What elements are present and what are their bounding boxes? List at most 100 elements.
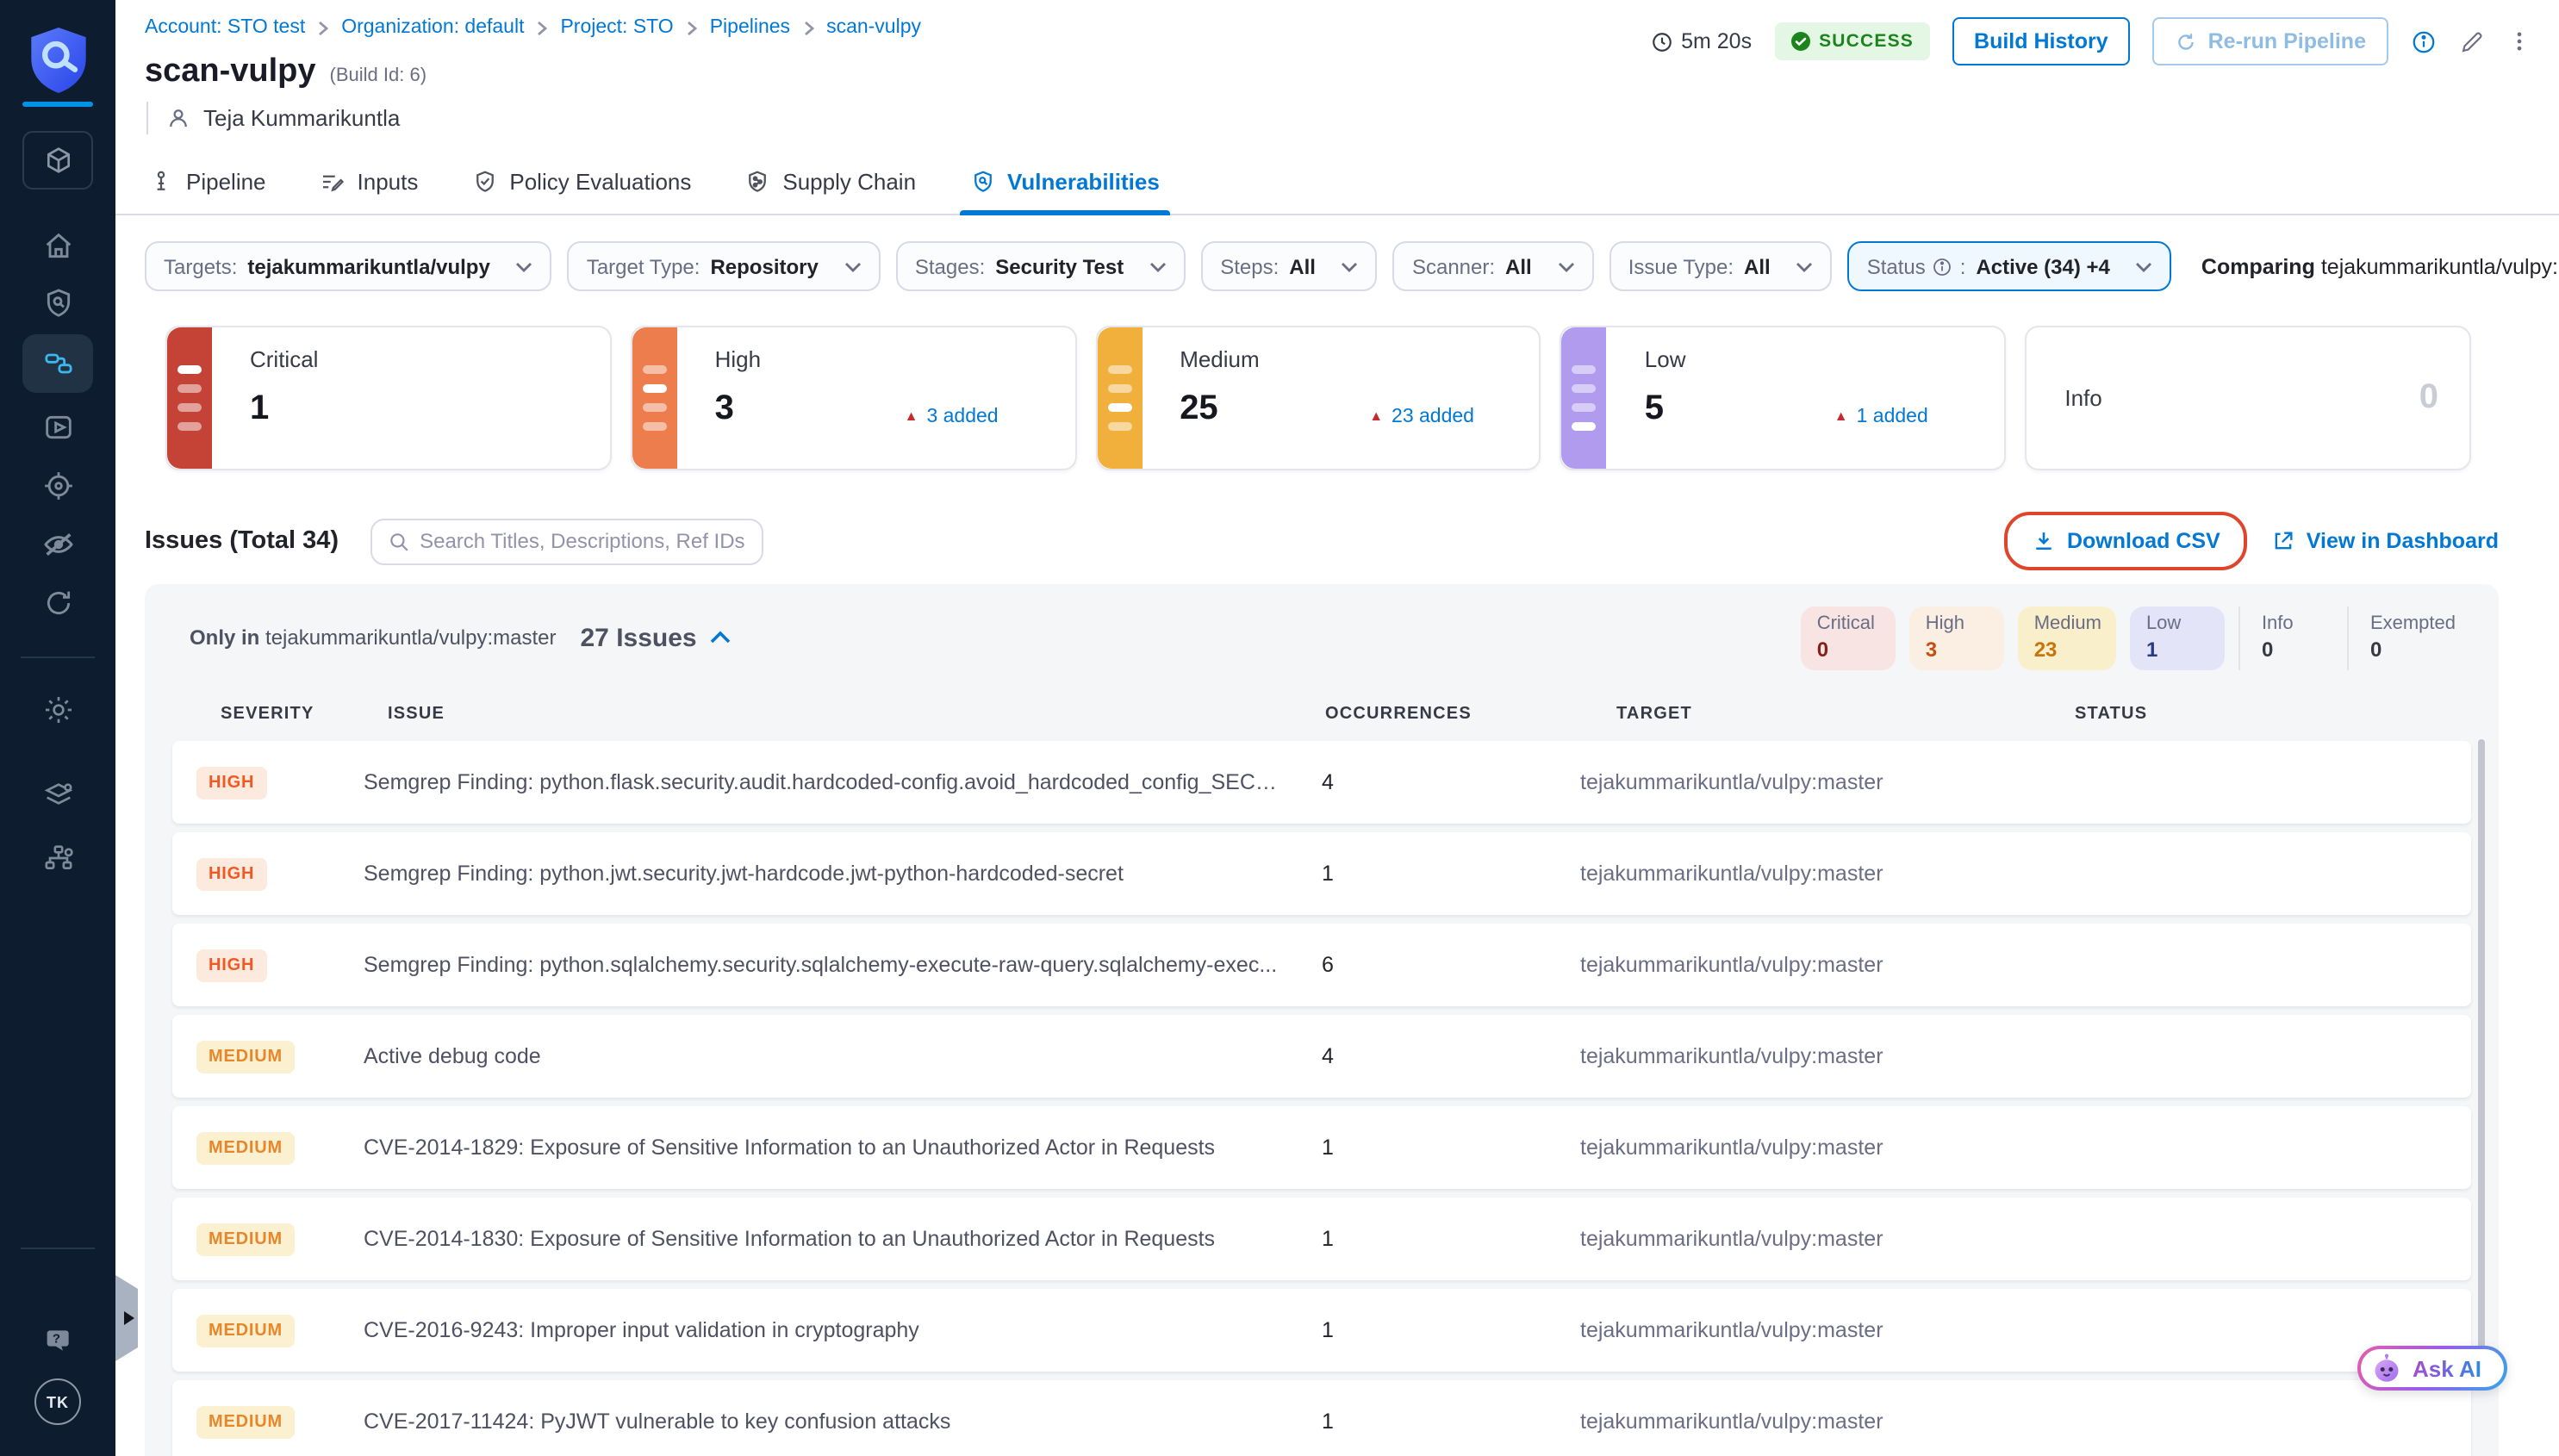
sidebar-expand-handle[interactable] [115,1275,138,1361]
severity-gauge-bar [1097,327,1142,469]
chip-value: 23 [2034,637,2101,661]
org-hierarchy-gear-icon [40,841,75,875]
tab-supply-chain[interactable]: Supply Chain [741,159,919,214]
severity-badge: MEDIUM [196,1041,295,1073]
sidebar-item-settings[interactable] [0,693,115,727]
issues-toolbar: Issues (Total 34) Download CSV [145,512,2499,570]
severity-added-delta: ▲ 23 added [1369,407,1474,427]
pipelines-icon [40,346,75,381]
external-link-icon [2272,529,2296,553]
author-row: Teja Kummarikuntla [146,102,2531,134]
target-name: tejakummarikuntla/vulpy:master [1580,1136,2051,1160]
view-in-dashboard-button[interactable]: View in Dashboard [2272,529,2499,553]
target-name: tejakummarikuntla/vulpy:master [1580,770,2051,794]
occurrences-count: 4 [1318,770,1580,794]
breadcrumb-item[interactable]: Organization: default [341,17,548,38]
severity-chip: Info 0 [2239,606,2334,669]
sidebar-item-governance[interactable] [0,841,115,875]
search-icon [387,530,409,552]
issue-row[interactable]: MEDIUM CVE-2014-1829: Exposure of Sensit… [172,1106,2471,1189]
home-icon [40,229,75,264]
more-options-button[interactable] [2507,28,2531,55]
sidebar-item-scans[interactable] [0,286,115,320]
tab-inputs[interactable]: Inputs [316,159,422,214]
shield-search-icon [40,286,75,320]
scrollbar-thumb[interactable] [2478,739,2485,1380]
sidebar-item-targets[interactable] [0,469,115,503]
issue-row[interactable]: MEDIUM CVE-2014-1830: Exposure of Sensit… [172,1198,2471,1280]
edit-pipeline-button[interactable] [2459,28,2485,54]
filter-targets[interactable]: Targets: tejakummarikuntla/vulpy [145,241,552,291]
ask-ai-button[interactable]: Ask AI [2357,1346,2507,1391]
comparing-label: Comparing tejakummarikuntla/vulpy:master… [2201,254,2559,278]
severity-card-count: 5 [1645,389,1984,429]
issue-row[interactable]: MEDIUM CVE-2016-9243: Improper input val… [172,1289,2471,1372]
issues-group-header: Only in tejakummarikuntla/vulpy:master 2… [172,612,2471,663]
sidebar-item-executions[interactable] [0,410,115,445]
triangle-up-icon: ▲ [1369,410,1383,424]
module-selector-button[interactable] [22,131,93,190]
download-csv-button[interactable]: Download CSV [2033,529,2220,553]
user-avatar[interactable]: TK [0,1378,115,1425]
occurrences-count: 1 [1318,862,1580,886]
sidebar-item-baselines[interactable] [0,586,115,620]
filter-target-type[interactable]: Target Type: Repository [568,241,881,291]
chip-label: Low [2146,613,2210,633]
issue-row[interactable]: HIGH Semgrep Finding: python.sqlalchemy.… [172,924,2471,1006]
issues-count-toggle[interactable]: 27 Issues [581,623,732,652]
inputs-tab-icon [320,169,346,195]
severity-card-count: 1 [250,389,589,429]
occurrences-count: 1 [1318,1136,1580,1160]
issues-search[interactable] [370,518,763,564]
rerun-info-icon[interactable] [2411,28,2437,54]
severity-card: Medium 25 ▲ 23 added [1095,326,1541,470]
sidebar-item-default-settings[interactable] [0,779,115,813]
occurrences-count: 6 [1318,953,1580,977]
issue-row[interactable]: HIGH Semgrep Finding: python.flask.secur… [172,741,2471,824]
filter-steps[interactable]: Steps: All [1201,241,1378,291]
page-header: Account: STO test Organization: default … [115,0,2559,134]
annotation-highlight-ring: Download CSV [2005,512,2248,570]
sidebar-item-exemptions[interactable] [0,527,115,562]
breadcrumb-item[interactable]: Project: STO [560,17,697,38]
filter-stages[interactable]: Stages: Security Test [896,241,1186,291]
expand-arrow-icon [123,1311,134,1325]
issue-row[interactable]: MEDIUM CVE-2017-11424: PyJWT vulnerable … [172,1380,2471,1456]
build-id: (Build Id: 6) [330,65,427,86]
chevron-down-icon [516,261,533,271]
tab-vulnerabilities-active[interactable]: Vulnerabilities [966,159,1163,214]
rerun-pipeline-button[interactable]: Re-run Pipeline [2153,17,2388,65]
policy-shield-check-icon [471,169,497,195]
tab-pipeline[interactable]: Pipeline [145,159,270,214]
module-accent-bar [22,102,93,107]
breadcrumb-item[interactable]: scan-vulpy [826,17,921,38]
severity-card-label: Medium [1180,346,1519,372]
chevron-down-icon [1796,261,1814,271]
target-icon [40,469,75,503]
only-in-label: Only in tejakummarikuntla/vulpy:master [190,625,557,650]
chevron-down-icon [1149,261,1167,271]
breadcrumb-chevron-icon [686,20,698,35]
triangle-up-icon: ▲ [905,410,918,424]
col-issue: ISSUE [388,705,1325,724]
search-input[interactable] [420,529,745,553]
filter-issue-type[interactable]: Issue Type: All [1609,241,1833,291]
sidebar-item-pipelines-active[interactable] [22,334,93,393]
breadcrumb-item[interactable]: Account: STO test [145,17,329,38]
filter-status[interactable]: Status : Active (34) +4 [1848,241,2172,291]
build-history-button[interactable]: Build History [1952,17,2131,65]
occurrences-count: 4 [1318,1044,1580,1068]
harness-sto-logo[interactable] [0,24,115,96]
info-icon [1933,256,1953,277]
severity-badge: MEDIUM [196,1406,295,1439]
tab-policy-evaluations[interactable]: Policy Evaluations [468,159,694,214]
sidebar-item-help[interactable]: ? [0,1323,115,1358]
filter-scanner[interactable]: Scanner: All [1393,241,1594,291]
breadcrumb-item[interactable]: Pipelines [710,17,814,38]
severity-card-label: Low [1645,346,1984,372]
issue-row[interactable]: HIGH Semgrep Finding: python.jwt.securit… [172,832,2471,915]
sidebar-item-home[interactable] [0,229,115,264]
issue-row[interactable]: MEDIUM Active debug code 4 tejakummariku… [172,1015,2471,1098]
severity-added-delta: ▲ 3 added [905,407,999,427]
chip-label: Exempted [2370,613,2456,633]
